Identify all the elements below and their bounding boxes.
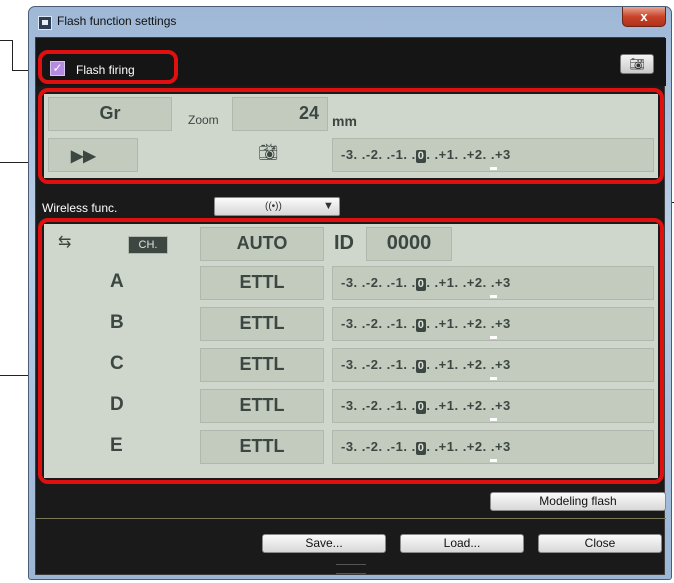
scale-zero: 0 (415, 278, 427, 291)
scale-right: . .+1. .+2. .+3 (426, 398, 511, 413)
group-row: D ETTL -3. .-2. .-1. .0. .+1. .+2. .+3 (44, 389, 658, 423)
wireless-icon: ((•)) (265, 201, 282, 212)
scale-left: -3. .-2. .-1. . (341, 398, 416, 413)
group-row: A ETTL -3. .-2. .-1. .0. .+1. .+2. .+3 (44, 266, 658, 300)
scale-indicator (490, 459, 497, 462)
group-mode-cell[interactable]: ETTL (200, 266, 324, 300)
load-button[interactable]: Load... (400, 534, 524, 553)
scale-indicator (490, 295, 497, 298)
flash-firing-row: ✓ Flash firing 📷︎ (36, 38, 666, 86)
group-compensation-scale[interactable]: -3. .-2. .-1. .0. .+1. .+2. .+3 (332, 266, 654, 300)
id-label: ID (334, 232, 354, 254)
channel-label: CH. (128, 236, 168, 254)
group-mode-cell[interactable]: ETTL (200, 389, 324, 423)
scale-zero: 0 (415, 319, 427, 332)
scale-left: -3. .-2. .-1. . (341, 316, 416, 331)
camera-app-icon (38, 16, 52, 30)
dialog-content: ✓ Flash firing 📷︎ Gr Zoom 24 mm ▶▶︎ 📸︎ -… (35, 37, 666, 575)
flash-firing-highlight: ✓ Flash firing (38, 50, 178, 84)
flash-ratio-icon: ⇆ (58, 234, 72, 251)
close-button[interactable]: Close (538, 534, 662, 553)
flash-exposure-compensation-icon: 📸︎ (258, 144, 279, 161)
window-close-button[interactable]: x (622, 7, 666, 27)
group-row: B ETTL -3. .-2. .-1. .0. .+1. .+2. .+3 (44, 307, 658, 341)
flash-mode-panel: Gr Zoom 24 mm ▶▶︎ 📸︎ -3. .-2. .-1. .0. .… (38, 88, 664, 184)
wireless-panel-bg: ⇆ CH. AUTO ID 0000 A ETTL -3. .-2. .-1. … (44, 224, 658, 478)
scale-zero: 0 (415, 150, 427, 163)
resize-grip[interactable] (336, 564, 366, 574)
group-name: A (110, 271, 124, 292)
callout-line-1-v (12, 40, 13, 70)
group-compensation-scale[interactable]: -3. .-2. .-1. .0. .+1. .+2. .+3 (332, 389, 654, 423)
flash-mode-panel-bg: Gr Zoom 24 mm ▶▶︎ 📸︎ -3. .-2. .-1. .0. .… (44, 94, 658, 178)
scale-indicator (490, 167, 497, 170)
group-mode-cell[interactable]: ETTL (200, 430, 324, 464)
zoom-label: Zoom (188, 113, 219, 127)
title-bar[interactable]: Flash function settings x (29, 7, 671, 37)
group-name: B (110, 312, 124, 333)
save-button[interactable]: Save... (262, 534, 386, 553)
flash-compensation-scale[interactable]: -3. .-2. .-1. .0. .+1. .+2. .+3 (332, 138, 654, 172)
scale-right: . .+1. .+2. .+3 (426, 357, 511, 372)
wireless-func-label: Wireless func. (42, 201, 118, 215)
flash-firing-checkbox[interactable]: ✓ (50, 61, 65, 76)
scale-right: . .+1. .+2. .+3 (426, 439, 511, 454)
scale-left: -3. .-2. .-1. . (341, 357, 416, 372)
scale-right: . .+1. .+2. .+3 (426, 316, 511, 331)
group-row: C ETTL -3. .-2. .-1. .0. .+1. .+2. .+3 (44, 348, 658, 382)
scale-zero: 0 (415, 401, 427, 414)
group-mode-cell[interactable]: ETTL (200, 307, 324, 341)
window-title: Flash function settings (57, 14, 177, 28)
scale-right: . .+1. .+2. .+3 (426, 147, 511, 162)
scale-left: -3. .-2. .-1. . (341, 439, 416, 454)
id-value-cell[interactable]: 0000 (366, 227, 452, 261)
camera-settings-button[interactable]: 📷︎ (620, 54, 654, 74)
group-mode-cell[interactable]: ETTL (200, 348, 324, 382)
scale-left: -3. .-2. .-1. . (341, 147, 416, 162)
scale-indicator (490, 418, 497, 421)
sync-mode-cell[interactable]: ▶▶︎ (48, 138, 138, 172)
group-compensation-scale[interactable]: -3. .-2. .-1. .0. .+1. .+2. .+3 (332, 430, 654, 464)
wireless-panel: ⇆ CH. AUTO ID 0000 A ETTL -3. .-2. .-1. … (38, 218, 664, 484)
group-name: E (110, 435, 123, 456)
group-name: D (110, 394, 124, 415)
high-speed-sync-icon: ▶▶︎ (71, 148, 96, 165)
group-compensation-scale[interactable]: -3. .-2. .-1. .0. .+1. .+2. .+3 (332, 348, 654, 382)
modeling-flash-button[interactable]: Modeling flash (490, 492, 666, 511)
zoom-value-cell[interactable]: 24 (232, 97, 328, 131)
chevron-down-icon: ▼ (323, 200, 334, 212)
scale-indicator (490, 336, 497, 339)
group-name: C (110, 353, 124, 374)
flash-settings-window: Flash function settings x ✓ Flash firing… (28, 6, 672, 580)
zoom-unit: mm (332, 113, 357, 129)
flash-mode-cell[interactable]: Gr (48, 97, 172, 131)
flash-firing-label: Flash firing (76, 63, 135, 77)
channel-value-cell[interactable]: AUTO (200, 227, 324, 261)
scale-zero: 0 (415, 360, 427, 373)
divider (36, 518, 666, 519)
scale-indicator (490, 377, 497, 380)
scale-right: . .+1. .+2. .+3 (426, 275, 511, 290)
callout-line-1 (0, 40, 12, 41)
scale-zero: 0 (415, 442, 427, 455)
scale-left: -3. .-2. .-1. . (341, 275, 416, 290)
wireless-func-dropdown[interactable]: ((•)) ▼ (214, 197, 340, 216)
group-compensation-scale[interactable]: -3. .-2. .-1. .0. .+1. .+2. .+3 (332, 307, 654, 341)
group-row: E ETTL -3. .-2. .-1. .0. .+1. .+2. .+3 (44, 430, 658, 464)
